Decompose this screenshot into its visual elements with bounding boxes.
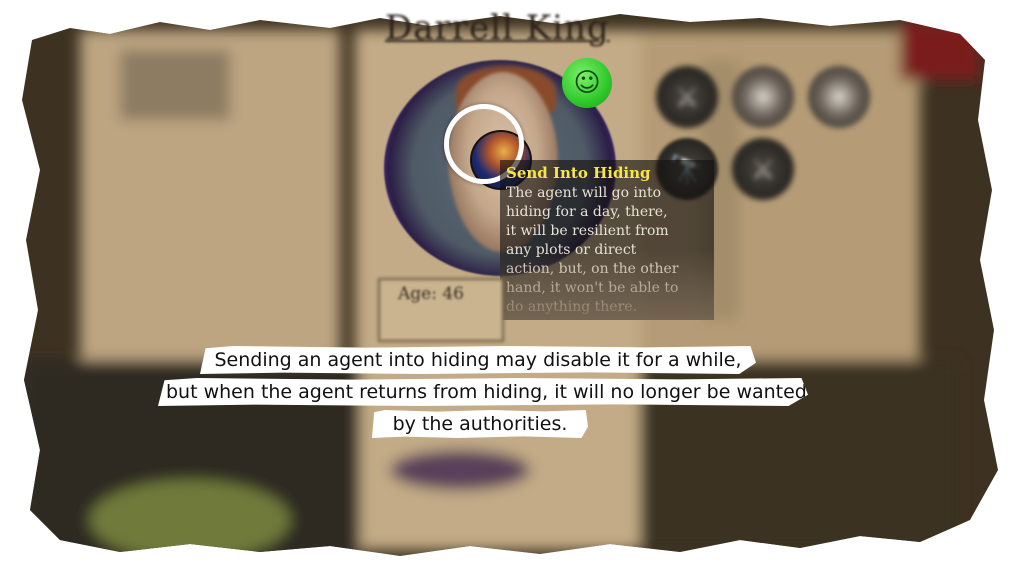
blank-action-icon[interactable] <box>808 66 870 128</box>
age-label: Age: 46 <box>398 284 464 304</box>
character-name: Darrell King <box>385 8 610 48</box>
tutorial-caption-line-3: by the authorities. <box>372 410 588 438</box>
tooltip-title: Send Into Hiding <box>506 164 651 182</box>
tutorial-caption-line-1: Sending an agent into hiding may disable… <box>200 346 756 374</box>
smile-glyph: ☺ <box>573 68 601 98</box>
blank-action-icon[interactable] <box>732 66 794 128</box>
ability-tooltip: Send Into Hiding The agent will go into … <box>500 160 714 320</box>
sword-icon[interactable]: ⚔ <box>656 66 718 128</box>
smiley-face-icon[interactable]: ☺ <box>562 58 612 108</box>
game-scene: Darrell King ☺ ⚔ 🔭 ⚔ Send Into Hiding Th… <box>0 0 1024 574</box>
tooltip-fade <box>500 250 714 320</box>
tutorial-caption-line-2: but when the agent returns from hiding, … <box>158 378 808 406</box>
sword-icon[interactable]: ⚔ <box>732 138 794 200</box>
